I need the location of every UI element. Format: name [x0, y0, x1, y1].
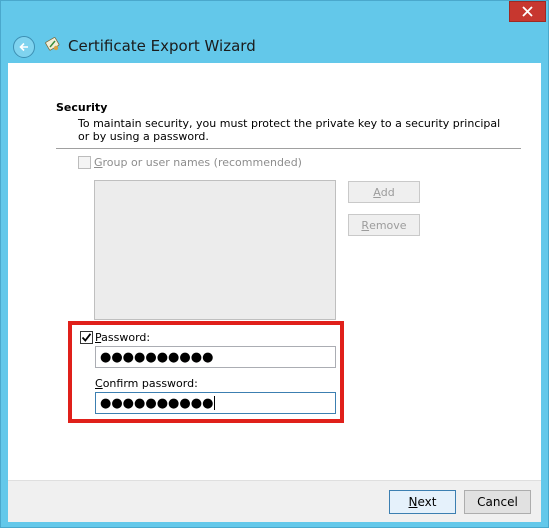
confirm-password-input[interactable]: ●●●●●●●●●●	[95, 392, 336, 414]
text-caret	[214, 396, 216, 410]
password-label: Password:	[95, 331, 151, 344]
add-button[interactable]: Add	[348, 181, 420, 203]
group-or-user-label: Group or user names (recommended)	[94, 156, 302, 169]
certificate-wizard-icon	[45, 37, 60, 51]
confirm-password-label: Confirm password:	[95, 377, 198, 390]
security-description: To maintain security, you must protect t…	[78, 117, 501, 143]
wizard-footer: Next Cancel	[8, 480, 541, 522]
window-title: Certificate Export Wizard	[68, 37, 256, 55]
title-bar: Certificate Export Wizard	[1, 1, 548, 63]
group-user-listbox[interactable]	[94, 180, 336, 320]
remove-button[interactable]: Remove	[348, 214, 420, 236]
section-divider	[56, 148, 521, 149]
close-button[interactable]	[509, 1, 546, 22]
group-or-user-checkbox[interactable]	[78, 156, 91, 169]
cancel-button[interactable]: Cancel	[464, 490, 531, 514]
password-checkbox[interactable]	[80, 331, 93, 344]
back-button[interactable]	[13, 36, 35, 58]
security-heading: Security	[56, 101, 108, 114]
wizard-content: Security To maintain security, you must …	[8, 63, 541, 480]
close-icon	[522, 6, 533, 17]
password-input[interactable]: ●●●●●●●●●●	[95, 346, 336, 368]
next-button[interactable]: Next	[389, 490, 456, 514]
checkmark-icon	[81, 333, 92, 342]
wizard-window: Certificate Export Wizard Security To ma…	[0, 0, 549, 528]
back-arrow-icon	[19, 42, 28, 52]
